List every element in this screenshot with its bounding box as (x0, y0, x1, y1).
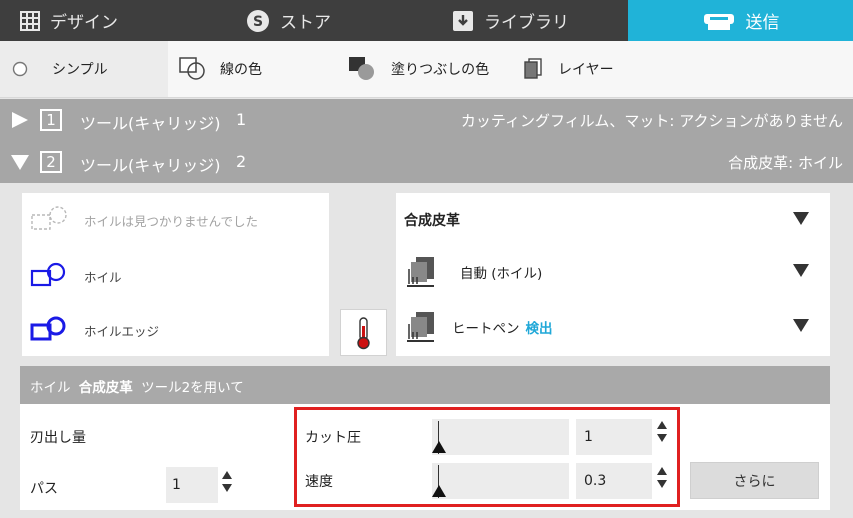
tool-row-2[interactable]: 2 ツール(キャリッジ) 2 合成皮革: ホイル (0, 141, 853, 183)
passes-up-icon[interactable] (222, 471, 232, 479)
expand-down-icon[interactable] (10, 153, 30, 171)
tab-library-label: ライブラリ (484, 13, 569, 33)
sub-toolbar: シンプル 線の色 塗りつぶしの色 レイヤー (0, 41, 853, 98)
tab-send[interactable]: 送信 (628, 0, 853, 41)
tab-design[interactable]: デザイン (0, 0, 210, 41)
info-prefix: ホイル (30, 380, 71, 396)
holder-none-label: ホイルは見つかりませんでした (84, 213, 259, 229)
tab-store-label: ストア (280, 13, 331, 33)
tab-store[interactable]: S ストア (246, 0, 456, 41)
heat-tool-button[interactable] (340, 309, 387, 356)
tool-status-2: 合成皮革: ホイル (728, 154, 843, 172)
heat-pen-holder-icon (407, 312, 434, 342)
holder-foil-label: ホイル (84, 269, 122, 285)
material-dropdown-icon[interactable] (793, 212, 809, 225)
info-suffix: ツール2を用いて (141, 380, 244, 396)
holder-option-foil[interactable]: ホイル (30, 259, 122, 293)
line-color-label: 線の色 (220, 62, 262, 78)
material-label: 合成皮革 (404, 213, 460, 229)
send-cutter-icon (703, 13, 734, 30)
fill-color-label: 塗りつぶしの色 (391, 62, 490, 78)
blade-depth-label: 刃出し量 (30, 430, 86, 446)
foil-edge-icon (30, 316, 66, 341)
layer-label: レイヤー (558, 62, 614, 78)
passes-input[interactable]: 1 (166, 467, 218, 503)
tab-design-label: デザイン (50, 13, 118, 33)
action-dropdown-icon[interactable] (793, 264, 809, 277)
tool-number-2: 2 (236, 152, 247, 171)
top-tab-bar: デザイン S ストア ライブラリ 送信 (0, 0, 853, 41)
svg-text:S: S (253, 14, 263, 30)
tool-name-1: ツール(キャリッジ) (80, 114, 221, 133)
holder-foil-edge-label: ホイルエッジ (84, 323, 160, 339)
passes-label: パス (30, 481, 58, 497)
passes-stepper[interactable] (220, 471, 234, 497)
tool-name-2: ツール(キャリッジ) (80, 156, 221, 175)
simple-label: シンプル (52, 62, 108, 78)
info-bar: ホイル 合成皮革 ツール2を用いて (20, 366, 830, 404)
thermometer-icon (357, 317, 370, 350)
holder-option-none: ホイルは見つかりませんでした (30, 203, 258, 237)
more-button[interactable]: さらに (690, 462, 819, 499)
tool-index-2: 2 (40, 151, 62, 173)
tool-number-1: 1 (236, 110, 247, 129)
foil-holder-icon (407, 257, 434, 287)
simple-option[interactable]: シンプル (12, 41, 108, 97)
store-s-icon: S (247, 9, 269, 32)
tool-dropdown-icon[interactable] (793, 319, 809, 332)
holder-options-panel: ホイルは見つかりませんでした ホイル ホイルエッジ (22, 193, 329, 356)
material-select[interactable]: 合成皮革 (404, 203, 824, 237)
tab-send-label: 送信 (745, 13, 780, 33)
tool-label: ヒートペン (452, 321, 520, 337)
grid-icon (20, 10, 40, 31)
action-label: 自動 (ホイル) (460, 266, 543, 282)
expand-right-icon[interactable] (10, 111, 30, 129)
holder-option-foil-edge[interactable]: ホイルエッジ (30, 313, 159, 347)
tab-library[interactable]: ライブラリ (452, 0, 628, 41)
action-select[interactable]: 自動 (ホイル) (404, 255, 824, 289)
line-color-tool[interactable]: 線の色 (178, 41, 262, 97)
tool-row-1[interactable]: 1 ツール(キャリッジ) 1 カッティングフィルム、マット: アクションがありま… (0, 99, 853, 141)
layer-icon (524, 58, 542, 79)
radio-icon[interactable] (12, 61, 28, 77)
library-download-icon (453, 10, 473, 31)
simple-segment[interactable]: シンプル (0, 41, 168, 97)
tool-status-1: カッティングフィルム、マット: アクションがありません (460, 112, 843, 130)
fill-color-tool[interactable]: 塗りつぶしの色 (347, 41, 489, 97)
layer-tool[interactable]: レイヤー (520, 41, 614, 97)
passes-down-icon[interactable] (222, 484, 232, 492)
holder-none-icon (31, 206, 67, 230)
highlight-frame (294, 407, 680, 507)
detect-link[interactable]: 検出 (526, 317, 553, 337)
material-panel: 合成皮革 自動 (ホイル) ヒートペン 検出 (396, 193, 830, 356)
tool-index-1: 1 (40, 109, 62, 131)
more-button-label: さらに (733, 473, 776, 490)
fill-color-icon (349, 57, 374, 80)
passes-value: 1 (172, 477, 181, 493)
info-material: 合成皮革 (78, 380, 133, 396)
foil-icon (30, 262, 66, 287)
tool-select[interactable]: ヒートペン 検出 (404, 310, 824, 344)
line-color-icon (179, 57, 205, 80)
